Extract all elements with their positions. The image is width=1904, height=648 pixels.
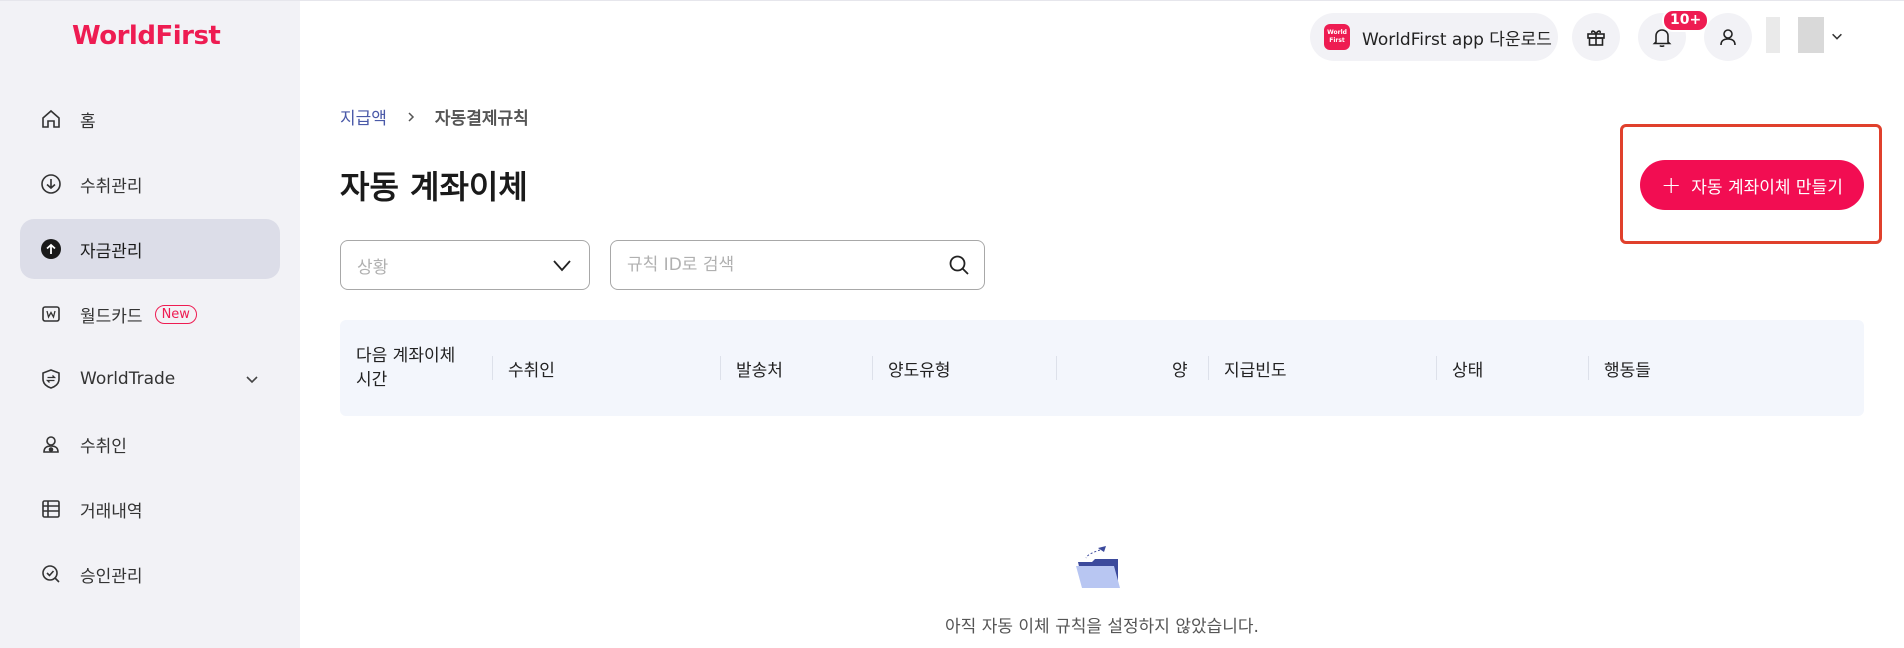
sidebar-item-label: 월드카드	[80, 306, 143, 327]
gift-icon	[1587, 30, 1605, 46]
sidebar-item-receive[interactable]: 수취관리	[20, 154, 280, 214]
payee-icon	[38, 431, 64, 457]
plus-icon: +	[1661, 171, 1682, 199]
home-icon	[38, 106, 64, 132]
gift-button[interactable]	[1572, 13, 1620, 61]
column-header-status[interactable]: 상태	[1452, 320, 1483, 416]
sidebar-item-label: 홈	[80, 111, 96, 132]
sidebar: WorldFirst 홈 수취관리 자금관리 월드카드 New WorldTra…	[0, 0, 300, 648]
sidebar-item-worldtrade[interactable]: WorldTrade	[20, 349, 280, 409]
rule-id-search	[610, 240, 985, 290]
sidebar-item-label: 자금관리	[80, 241, 143, 262]
column-header-transfer-type[interactable]: 양도유형	[888, 320, 951, 416]
redacted-username-2	[1798, 17, 1824, 53]
user-icon	[1720, 29, 1736, 46]
new-badge: New	[154, 304, 197, 324]
card-w-icon	[38, 301, 64, 327]
approval-icon	[38, 561, 64, 587]
app-download-label: WorldFirst app 다운로드	[1362, 29, 1552, 50]
column-divider	[872, 356, 873, 380]
download-circle-icon	[38, 171, 64, 197]
sidebar-item-label: WorldTrade	[80, 369, 176, 389]
redacted-username	[1766, 17, 1780, 53]
rules-table-header: 다음 계좌이체 시간 수취인 발송처 양도유형 양 지급빈도 상태 행동들	[340, 320, 1864, 416]
sidebar-item-transactions[interactable]: 거래내역	[20, 479, 280, 539]
sidebar-item-worldcard[interactable]: 월드카드 New	[20, 284, 280, 344]
column-divider	[1588, 356, 1589, 380]
app-download-button[interactable]: World First WorldFirst app 다운로드	[1310, 13, 1558, 61]
sidebar-item-label: 거래내역	[80, 501, 143, 522]
column-header-next-transfer-time[interactable]: 다음 계좌이체 시간	[356, 320, 476, 416]
notifications-button[interactable]: 10+	[1638, 9, 1710, 61]
sidebar-item-label: 승인관리	[80, 566, 143, 587]
column-header-payment-frequency[interactable]: 지급빈도	[1224, 320, 1287, 416]
sidebar-nav: 홈 수취관리 자금관리 월드카드 New WorldTrade 수취인 거래내역…	[20, 89, 280, 609]
chevron-down-icon	[553, 260, 571, 272]
column-header-amount[interactable]: 양	[1172, 320, 1188, 416]
column-header-actions[interactable]: 행동들	[1604, 320, 1651, 416]
chevron-down-icon[interactable]	[244, 371, 260, 387]
create-auto-transfer-button[interactable]: + 자동 계좌이체 만들기	[1640, 160, 1864, 210]
column-divider	[720, 356, 721, 380]
notification-count-badge: 10+	[1662, 9, 1710, 32]
profile-button[interactable]	[1704, 13, 1752, 61]
breadcrumb-current: 자동결제규칙	[434, 109, 529, 129]
empty-state-message: 아직 자동 이체 규칙을 설정하지 않았습니다.	[945, 617, 1259, 637]
sidebar-item-funds[interactable]: 자금관리	[20, 219, 280, 279]
page-title: 자동 계좌이체	[340, 168, 528, 206]
status-select-placeholder: 상황	[357, 257, 389, 278]
chevron-down-icon[interactable]	[1830, 29, 1844, 43]
status-select[interactable]: 상황	[340, 240, 590, 290]
column-header-payee[interactable]: 수취인	[508, 320, 555, 416]
shield-exchange-icon	[38, 366, 64, 392]
column-divider	[1208, 356, 1209, 380]
create-auto-transfer-label: 자동 계좌이체 만들기	[1691, 177, 1843, 198]
top-header: World First WorldFirst app 다운로드 10+	[300, 0, 1904, 72]
search-icon[interactable]	[948, 254, 970, 276]
empty-folder-icon	[1076, 546, 1120, 588]
upload-circle-icon	[38, 236, 64, 262]
rule-id-search-input[interactable]	[627, 255, 948, 275]
sidebar-item-payees[interactable]: 수취인	[20, 414, 280, 474]
breadcrumb-link-payments[interactable]: 지급액	[340, 104, 387, 129]
column-divider	[1056, 356, 1057, 380]
chevron-right-icon	[408, 111, 414, 122]
sidebar-item-label: 수취인	[80, 436, 127, 457]
worldfirst-app-logo-icon: World First	[1324, 24, 1350, 50]
worldfirst-logo[interactable]: WorldFirst	[72, 21, 221, 51]
ledger-icon	[38, 496, 64, 522]
sidebar-item-home[interactable]: 홈	[20, 89, 280, 149]
column-divider	[1436, 356, 1437, 380]
sidebar-item-approvals[interactable]: 승인관리	[20, 544, 280, 604]
breadcrumb: 지급액 자동결제규칙	[340, 104, 529, 129]
column-divider	[492, 356, 493, 380]
sidebar-item-label: 수취관리	[80, 176, 143, 197]
column-header-source[interactable]: 발송처	[736, 320, 783, 416]
